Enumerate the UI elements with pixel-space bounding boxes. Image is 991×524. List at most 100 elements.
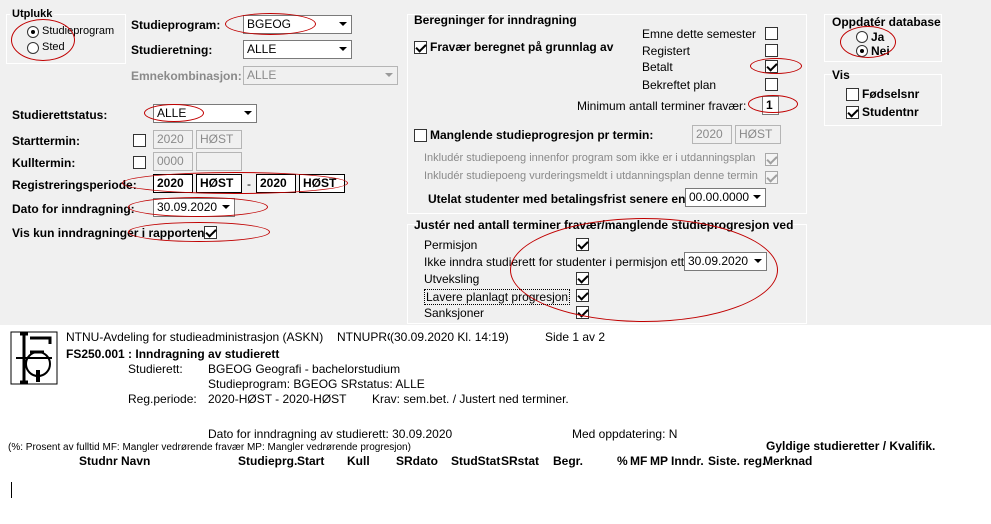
starttermin-label: Starttermin: bbox=[12, 134, 81, 148]
studieretning-select[interactable]: ALLE bbox=[243, 40, 352, 59]
kulltermin-checkbox[interactable] bbox=[133, 156, 146, 169]
lavere-label: Lavere planlagt progresjon bbox=[424, 289, 571, 305]
report-studierett-label: Studierett: bbox=[128, 362, 183, 376]
permisjon-label: Permisjon bbox=[424, 238, 478, 252]
manglende-term[interactable]: HØST bbox=[735, 125, 781, 144]
lavere-checkbox[interactable] bbox=[576, 289, 589, 302]
emne-checkbox[interactable] bbox=[765, 27, 778, 40]
sanksjoner-label: Sanksjoner bbox=[424, 306, 485, 320]
chevron-down-icon bbox=[222, 205, 230, 209]
starttermin-checkbox[interactable] bbox=[133, 134, 146, 147]
col-mf: MF bbox=[630, 454, 648, 468]
registert-checkbox[interactable] bbox=[765, 44, 778, 57]
report-regperiode-label: Reg.periode: bbox=[128, 392, 197, 406]
permisjon-checkbox[interactable] bbox=[576, 238, 589, 251]
studieprogram-select[interactable]: BGEOG bbox=[243, 15, 352, 34]
utelat-select[interactable]: 00.00.0000 bbox=[685, 188, 766, 207]
min-terminer-input[interactable]: 1 bbox=[762, 96, 779, 115]
report-krav: Krav: sem.bet. / Justert ned terminer. bbox=[372, 392, 569, 406]
starttermin-year[interactable]: 2020 bbox=[153, 130, 193, 149]
studentnr-checkbox[interactable] bbox=[846, 106, 859, 119]
reg-to-year[interactable]: 2020 bbox=[256, 174, 296, 193]
ikke-inndra-label: Ikke inndra studierett for studenter i p… bbox=[424, 255, 695, 269]
col-begr: Begr. bbox=[553, 454, 584, 468]
report-legend: (%: Prosent av fulltid MF: Mangler vedrø… bbox=[8, 442, 411, 453]
vis-kun-checkbox[interactable] bbox=[204, 226, 217, 239]
chevron-down-icon bbox=[385, 73, 393, 77]
report-stamp: (30.09.2020 Kl. 14:19) bbox=[390, 330, 509, 344]
radio-nei[interactable] bbox=[856, 45, 868, 57]
report-dato: Dato for inndragning av studierett: 30.0… bbox=[208, 427, 453, 441]
report-title: FS250.001 : Inndragning av studierett bbox=[66, 347, 280, 361]
fravaer-checkbox[interactable] bbox=[414, 41, 427, 54]
emne-label: Emne dette semester bbox=[642, 27, 757, 41]
report-studieprogram: Studieprogram: BGEOG SRstatus: ALLE bbox=[208, 377, 425, 391]
radio-sted-label: Sted bbox=[42, 41, 65, 53]
col-navn: Navn bbox=[121, 454, 151, 468]
reg-to-term[interactable]: HØST bbox=[299, 174, 345, 193]
oppdater-title: Oppdatér database bbox=[832, 15, 941, 29]
vis-kun-label: Vis kun inndragninger i rapporten bbox=[12, 226, 205, 240]
kulltermin-term[interactable] bbox=[196, 152, 242, 171]
starttermin-term[interactable]: HØST bbox=[196, 130, 242, 149]
registert-label: Registert bbox=[642, 44, 691, 58]
radio-sted[interactable] bbox=[27, 42, 39, 54]
chevron-down-icon bbox=[339, 47, 347, 51]
fodselsnr-label: Fødselsnr bbox=[862, 87, 920, 101]
report-studierett-value: BGEOG Geografi - bachelorstudium bbox=[208, 362, 401, 376]
bekreftet-checkbox[interactable] bbox=[765, 78, 778, 91]
col-srstat: SRstat bbox=[501, 454, 540, 468]
sanksjoner-checkbox[interactable] bbox=[576, 306, 589, 319]
dato-inndragning-select[interactable]: 30.09.2020 bbox=[153, 198, 235, 217]
emnekombinasjon-select[interactable]: ALLE bbox=[243, 66, 398, 85]
manglende-checkbox[interactable] bbox=[414, 129, 427, 142]
col-srdato: SRdato bbox=[396, 454, 438, 468]
kulltermin-label: Kulltermin: bbox=[12, 156, 76, 170]
col-merknad: Merknad bbox=[763, 454, 813, 468]
inkluder1-checkbox[interactable] bbox=[765, 153, 778, 166]
fodselsnr-checkbox[interactable] bbox=[846, 88, 859, 101]
min-terminer-label: Minimum antall terminer fravær: bbox=[577, 99, 747, 113]
betalt-checkbox[interactable] bbox=[765, 60, 778, 73]
vis-title: Vis bbox=[832, 68, 850, 82]
text-cursor bbox=[11, 482, 12, 498]
manglende-label: Manglende studieprogresjon pr termin: bbox=[430, 128, 654, 142]
inkluder1-label: Inkludér studiepoeng innenfor program so… bbox=[424, 152, 756, 164]
col-prosent: % bbox=[617, 454, 628, 468]
utplukk-group bbox=[6, 14, 126, 64]
col-studnr: Studnr bbox=[79, 454, 118, 468]
utveksling-checkbox[interactable] bbox=[576, 272, 589, 285]
report-gyldige: Gyldige studieretter / Kvalifik. bbox=[766, 439, 936, 453]
col-mp: MP bbox=[650, 454, 668, 468]
radio-nei-label: Nei bbox=[871, 44, 890, 58]
chevron-down-icon bbox=[339, 22, 347, 26]
studentnr-label: Studentnr bbox=[862, 105, 919, 119]
col-siste-reg: Siste. reg. bbox=[708, 454, 766, 468]
chevron-down-icon bbox=[754, 259, 762, 263]
utelat-label: Utelat studenter med betalingsfrist sene… bbox=[428, 192, 693, 206]
reg-from-year[interactable]: 2020 bbox=[153, 174, 193, 193]
inkluder2-label: Inkludér studiepoeng vurderingsmeldt i u… bbox=[424, 170, 758, 182]
col-inndr: Inndr. bbox=[671, 454, 704, 468]
chevron-down-icon bbox=[753, 195, 761, 199]
report-med-oppdatering: Med oppdatering: N bbox=[572, 427, 678, 441]
registreringsperiode-label: Registreringsperiode: bbox=[12, 178, 137, 192]
report-prog: NTNUPROD bbox=[337, 330, 390, 344]
beregninger-title: Beregninger for inndragning bbox=[414, 13, 577, 27]
report-org: NTNU-Avdeling for studieadministrasjon (… bbox=[66, 330, 324, 344]
radio-ja[interactable] bbox=[856, 31, 868, 43]
studieretning-label: Studieretning: bbox=[131, 43, 213, 57]
report-regperiode-value: 2020-HØST - 2020-HØST bbox=[208, 392, 347, 406]
ikke-inndra-select[interactable]: 30.09.2020 bbox=[684, 252, 767, 271]
studieprogram-label: Studieprogram: bbox=[131, 18, 221, 32]
studierettstatus-select[interactable]: ALLE bbox=[153, 104, 257, 123]
betalt-label: Betalt bbox=[642, 60, 673, 74]
ntnu-logo bbox=[10, 331, 58, 385]
kulltermin-year[interactable]: 0000 bbox=[153, 152, 193, 171]
inkluder2-checkbox[interactable] bbox=[765, 171, 778, 184]
reg-separator: - bbox=[247, 177, 251, 191]
manglende-year[interactable]: 2020 bbox=[692, 125, 732, 144]
radio-studieprogram[interactable] bbox=[27, 26, 39, 38]
reg-from-term[interactable]: HØST bbox=[196, 174, 242, 193]
col-kull: Kull bbox=[347, 454, 370, 468]
